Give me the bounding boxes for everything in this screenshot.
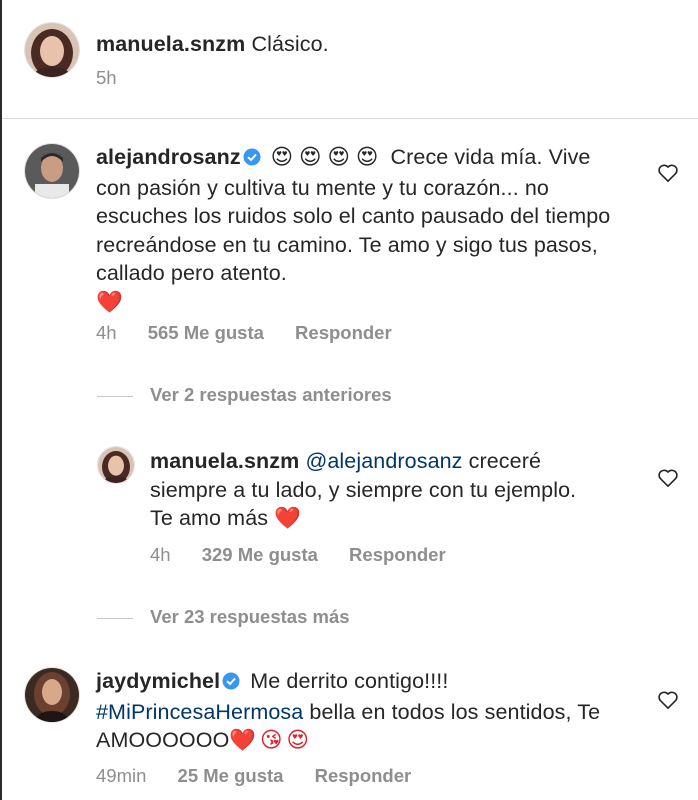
- avatar[interactable]: [24, 143, 80, 199]
- view-previous-label: Ver 2 respuestas anteriores: [150, 384, 392, 405]
- username-link[interactable]: jaydymichel: [96, 669, 220, 693]
- hashtag-link[interactable]: #MiPrincesaHermosa: [96, 700, 303, 724]
- likes-count[interactable]: 25 Me gusta: [178, 765, 284, 786]
- reply-button[interactable]: Responder: [349, 544, 446, 565]
- avatar[interactable]: [24, 22, 80, 78]
- username-link[interactable]: manuela.snzm: [150, 449, 299, 473]
- avatar[interactable]: [97, 446, 135, 484]
- verified-badge-icon: [243, 145, 261, 174]
- reply-button[interactable]: Responder: [295, 322, 392, 343]
- reply-divider-line: [97, 617, 133, 619]
- reply-divider-line: [97, 395, 133, 397]
- emoji-heart-eyes-icon: 😍😍😍😍: [270, 145, 385, 169]
- comment-time[interactable]: 5h: [96, 67, 117, 88]
- likes-count[interactable]: 565 Me gusta: [148, 322, 264, 343]
- red-heart-emoji-icon: ❤️: [96, 289, 123, 314]
- red-heart-emoji-icon: ❤️: [274, 506, 302, 530]
- comment-time[interactable]: 49min: [96, 765, 146, 786]
- comment-text: Clásico.: [251, 32, 329, 56]
- section-divider: [2, 118, 698, 119]
- reply-button[interactable]: Responder: [315, 765, 412, 786]
- likes-count[interactable]: 329 Me gusta: [202, 544, 318, 565]
- like-heart-icon[interactable]: [657, 163, 679, 188]
- comment-time[interactable]: 4h: [150, 544, 171, 565]
- mention-link[interactable]: @alejandrosanz: [305, 449, 462, 473]
- trailing-emojis-icon: ❤️😘😍: [229, 728, 313, 752]
- like-heart-icon[interactable]: [657, 468, 679, 493]
- view-more-replies[interactable]: Ver 23 respuestas más: [97, 606, 350, 628]
- comment-text-line1: Crece vida mía.: [390, 145, 543, 169]
- view-more-label: Ver 23 respuestas más: [150, 606, 350, 627]
- username-link[interactable]: alejandrosanz: [96, 145, 241, 169]
- like-heart-icon[interactable]: [657, 690, 679, 715]
- username-link[interactable]: manuela.snzm: [96, 32, 245, 56]
- avatar[interactable]: [24, 667, 80, 723]
- verified-badge-icon: [222, 669, 240, 698]
- comment-time[interactable]: 4h: [96, 322, 117, 343]
- view-previous-replies[interactable]: Ver 2 respuestas anteriores: [97, 384, 392, 406]
- comment-text-line1: Me derrito contigo!!!!: [250, 669, 449, 693]
